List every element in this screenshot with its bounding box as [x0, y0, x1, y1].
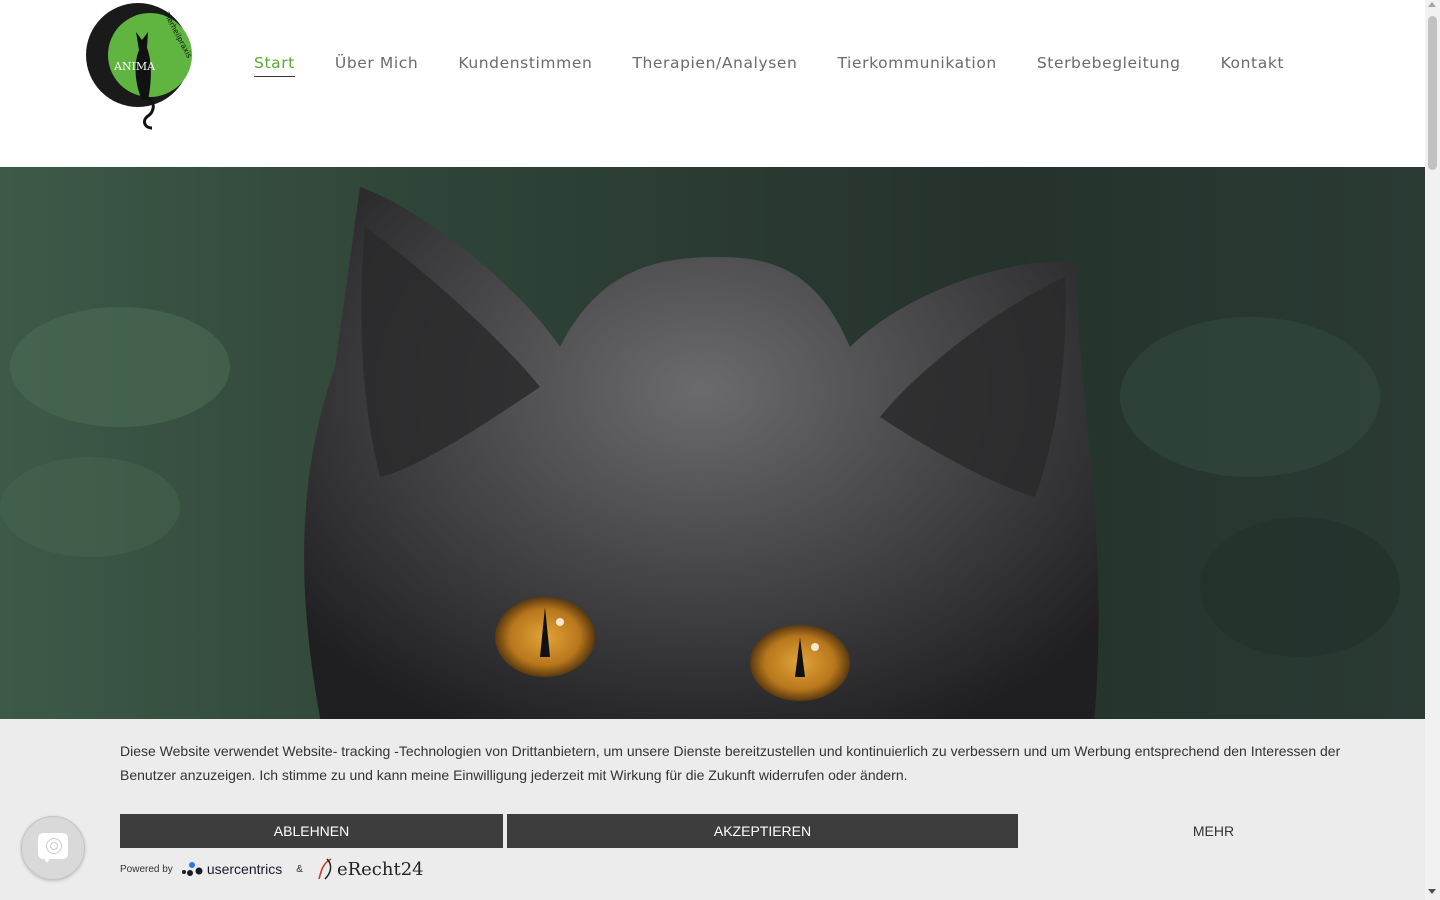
- nav-kundenstimmen[interactable]: Kundenstimmen: [458, 54, 592, 77]
- more-button[interactable]: MEHR: [1022, 814, 1405, 848]
- cookie-consent-text: Diese Website verwendet Website- trackin…: [120, 743, 1341, 783]
- nav-therapien-analysen[interactable]: Therapien/Analysen: [632, 54, 797, 77]
- erecht24-text: eRecht24: [336, 858, 424, 880]
- privacy-settings-button[interactable]: [21, 816, 85, 880]
- deny-button[interactable]: ABLEHNEN: [120, 814, 503, 848]
- cookie-banner: Diese Website verwendet Website- trackin…: [0, 719, 1425, 900]
- scroll-thumb[interactable]: [1428, 16, 1437, 170]
- usercentrics-dots-icon: [181, 862, 203, 876]
- erecht24-logo[interactable]: eRecht24: [317, 857, 424, 881]
- usercentrics-logo[interactable]: usercentrics: [181, 859, 282, 879]
- main-navigation: Start Über Mich Kundenstimmen Therapien/…: [254, 54, 1284, 77]
- nav-start[interactable]: Start: [254, 54, 295, 77]
- nav-kontakt[interactable]: Kontakt: [1221, 54, 1285, 77]
- fingerprint-icon: [46, 838, 62, 854]
- ampersand: &: [296, 863, 303, 875]
- nav-tierkommunikation[interactable]: Tierkommunikation: [837, 54, 996, 77]
- nav-ueber-mich[interactable]: Über Mich: [335, 54, 418, 77]
- scroll-up-arrow-icon[interactable]: [1428, 2, 1436, 7]
- scroll-down-arrow-icon[interactable]: [1428, 889, 1436, 894]
- nav-sterbebegleitung[interactable]: Sterbebegleitung: [1037, 54, 1181, 77]
- site-logo[interactable]: ANIMA Tierheilpraxis: [84, 2, 194, 132]
- erecht24-mark-icon: [318, 858, 332, 880]
- hero-image: [0, 167, 1425, 719]
- site-header: ANIMA Tierheilpraxis Start Über Mich Kun…: [0, 0, 1425, 167]
- usercentrics-text: usercentrics: [206, 861, 283, 877]
- logo-text: ANIMA: [113, 60, 156, 73]
- page-scrollbar[interactable]: [1425, 0, 1440, 900]
- accept-button[interactable]: AKZEPTIEREN: [507, 814, 1018, 848]
- powered-by-label: Powered by: [120, 863, 173, 875]
- powered-by: Powered by usercentrics & eRecht24: [120, 854, 424, 884]
